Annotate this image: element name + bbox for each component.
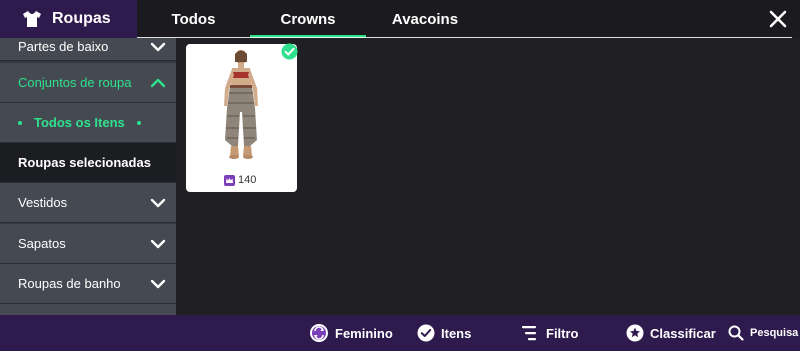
sort-button[interactable]: Classificar — [626, 315, 716, 351]
brand-section: Roupas — [0, 0, 137, 38]
sidebar-item-label: Vestidos — [18, 195, 68, 210]
chevron-down-icon — [150, 42, 166, 52]
sidebar-item-label: Todos os Itens — [34, 115, 125, 130]
items-button[interactable]: Itens — [417, 315, 471, 351]
sidebar-item-label: Conjuntos de roupa — [18, 75, 132, 90]
chevron-down-icon — [150, 198, 166, 208]
shirt-icon — [20, 7, 44, 31]
sidebar-item-roupas-selecionadas[interactable]: Roupas selecionadas — [0, 143, 176, 183]
check-icon — [281, 43, 298, 60]
sort-button-label: Classificar — [650, 325, 716, 341]
sidebar-subitem-todos-os-itens[interactable]: Todos os Itens — [0, 103, 176, 143]
sidebar-item-conjuntos-de-roupa[interactable]: Conjuntos de roupa — [0, 63, 176, 103]
sidebar-item-vestidos[interactable]: Vestidos — [0, 183, 176, 223]
chevron-down-icon — [150, 279, 166, 289]
tab-crowns[interactable]: Crowns — [250, 0, 366, 38]
sidebar-item-partial[interactable] — [0, 304, 176, 315]
crown-currency-icon — [224, 174, 235, 186]
bullet-icon — [18, 120, 22, 125]
sidebar-item-label: Partes de baixo — [18, 39, 109, 54]
sidebar-item-partes-de-baixo[interactable]: Partes de baixo — [0, 38, 176, 61]
sidebar-item-sapatos[interactable]: Sapatos — [0, 224, 176, 264]
search-button[interactable]: Pesquisa — [728, 315, 798, 351]
bottom-toolbar: Feminino Itens Filtro Classificar Pesqui… — [0, 315, 800, 351]
search-icon — [728, 325, 744, 341]
item-card[interactable]: 140 — [186, 43, 298, 192]
filter-icon — [522, 326, 536, 341]
check-circle-icon — [417, 324, 435, 342]
sidebar-item-label: Sapatos — [18, 236, 66, 251]
item-price: 140 — [224, 174, 256, 186]
filter-button-label: Filtro — [546, 325, 579, 341]
items-button-label: Itens — [441, 325, 472, 341]
page-title: Roupas — [52, 10, 111, 27]
tab-avacoins[interactable]: Avacoins — [366, 0, 484, 38]
gender-button[interactable]: Feminino — [309, 315, 393, 351]
category-sidebar[interactable]: Partes de baixo Conjuntos de roupa Todos… — [0, 38, 176, 315]
items-grid: 140 — [176, 38, 800, 315]
chevron-down-icon — [150, 239, 166, 249]
search-button-label: Pesquisa — [750, 327, 799, 339]
star-circle-icon — [626, 324, 644, 342]
gender-button-label: Feminino — [335, 325, 393, 341]
outfit-preview-image — [224, 50, 258, 159]
close-icon[interactable] — [766, 7, 790, 31]
sidebar-item-roupas-de-banho[interactable]: Roupas de banho — [0, 264, 176, 304]
gender-swap-icon — [310, 324, 328, 342]
sidebar-item-label: Roupas selecionadas — [18, 155, 151, 170]
item-price-value: 140 — [238, 174, 257, 186]
currency-tabs: Todos Crowns Avacoins — [137, 0, 484, 38]
filter-button[interactable]: Filtro — [522, 315, 579, 351]
chevron-up-icon — [150, 78, 166, 88]
bullet-icon — [136, 120, 141, 125]
top-header: Roupas Todos Crowns Avacoins — [0, 0, 800, 38]
tab-todos[interactable]: Todos — [137, 0, 250, 38]
sidebar-item-label: Roupas de banho — [18, 276, 121, 291]
